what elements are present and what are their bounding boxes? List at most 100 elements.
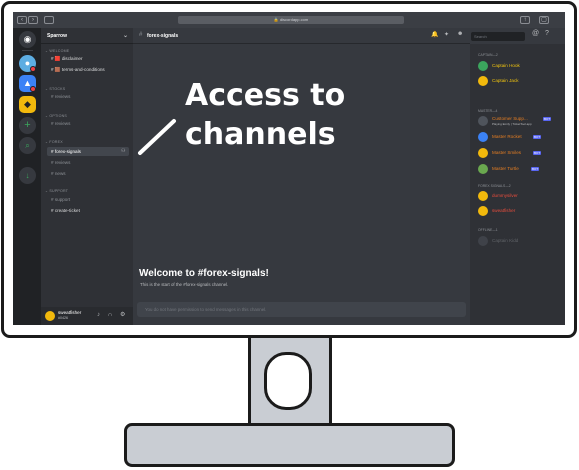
category-stocks[interactable]: ⌄ STOCKS [45, 87, 65, 91]
channel-label: reviews [54, 160, 71, 165]
server-rail: ◉ ● ▲ ◆ + ⌕ ↓ [13, 28, 41, 325]
avatar [478, 148, 488, 158]
member-name: dummysilver [492, 193, 518, 198]
channel-support[interactable]: # support [51, 197, 70, 202]
channel-disclaimer[interactable]: # 🟥 disclaimer [51, 56, 83, 62]
url-text: discordapp.com [279, 17, 309, 22]
channel-forex-reviews[interactable]: # reviews [51, 160, 70, 165]
member-captain-hook[interactable]: Captain Hook [478, 61, 563, 72]
server-icon-3[interactable]: ◆ [19, 96, 36, 113]
search-input[interactable]: Search [471, 32, 525, 41]
avatar [478, 61, 488, 71]
mention-icon[interactable]: @ [532, 30, 539, 37]
headphones-icon[interactable]: ∩ [108, 312, 112, 318]
member-master-turtle[interactable]: Master Turtle BOT [478, 164, 563, 175]
channel-forex-signals[interactable]: # forex-signals ⚇ [47, 147, 129, 156]
member-group-master: MASTER—4 [478, 109, 498, 113]
member-name: Master Rocket [492, 134, 522, 139]
microphone-icon[interactable]: ♪ [97, 312, 100, 318]
member-status: Playing Emily | TicketTool.app [492, 122, 532, 126]
member-name: Master Turtle [492, 166, 519, 171]
member-dummysilver[interactable]: dummysilver [478, 191, 563, 202]
member-master-smiles[interactable]: Master Smiles BOT [478, 148, 563, 159]
download-apps-icon[interactable]: ↓ [19, 167, 36, 184]
bot-tag: BOT [533, 135, 542, 139]
category-label: WELCOME [49, 49, 70, 53]
user-tag: #0426 [58, 316, 68, 320]
avatar [478, 132, 488, 142]
back-icon[interactable]: ‹ [17, 16, 27, 24]
member-captain-kidd[interactable]: Captain Kidd [478, 236, 563, 247]
member-customer-support[interactable]: Customer Supp... BOT Playing Emily | Tic… [478, 116, 563, 129]
bot-tag: BOT [533, 151, 542, 155]
channel-terms-and-conditions[interactable]: # 🟫 terms-and-conditions [51, 67, 105, 73]
explore-servers-icon[interactable]: ⌕ [19, 137, 36, 154]
member-sweatfisher[interactable]: sweatfisher [478, 206, 563, 217]
category-forex[interactable]: ⌄ FOREX [45, 140, 63, 144]
category-support[interactable]: ⌄ SUPPORT [45, 189, 68, 193]
notification-badge [30, 86, 36, 92]
avatar [478, 206, 488, 216]
member-group-offline: OFFLINE—1 [478, 228, 498, 232]
hashtag-icon: # [139, 32, 143, 38]
category-label: SUPPORT [49, 189, 69, 193]
channel-stocks-reviews[interactable]: # reviews [51, 94, 70, 99]
bot-tag: BOT [531, 167, 540, 171]
channel-label: news [54, 171, 66, 176]
address-bar[interactable]: 🔒 discordapp.com [178, 16, 404, 24]
monitor-stand-base [124, 423, 455, 467]
bell-icon[interactable]: 🔔 [431, 31, 438, 38]
message-composer: You do not have permission to send messa… [137, 302, 466, 317]
category-label: FOREX [49, 140, 63, 144]
channel-header: # forex-signals 🔔 ✦ ☻ [133, 28, 470, 44]
bot-tag: BOT [543, 117, 552, 121]
avatar [478, 164, 488, 174]
pin-icon[interactable]: ✦ [444, 31, 449, 38]
member-master-rocket[interactable]: Master Rocket BOT [478, 132, 563, 143]
members-icon[interactable]: ☻ [457, 31, 463, 37]
gear-icon[interactable]: ⚙ [120, 311, 125, 318]
welcome-title: Welcome to #forex-signals! [139, 268, 269, 279]
member-name: Captain Jack [492, 78, 519, 83]
lock-icon: 🔒 [273, 17, 279, 22]
channel-create-ticket[interactable]: # create-ticket [51, 208, 80, 213]
add-server-icon[interactable]: + [19, 117, 36, 134]
tabs-icon[interactable]: ▢ [539, 16, 549, 24]
screen: ‹ › 🔒 discordapp.com ↑ ▢ ◉ ● ▲ ◆ + ⌕ ↓ S… [13, 12, 565, 325]
member-group-captain: CAPTAIN—2 [478, 53, 498, 57]
member-name: Captain Hook [492, 63, 520, 68]
channel-label: disclaimer [61, 56, 83, 61]
overlay-line-2: channels [185, 117, 336, 152]
category-options[interactable]: ⌄ OPTIONS [45, 114, 67, 118]
category-label: STOCKS [49, 87, 66, 91]
member-group-forex-signals: FOREX SIGNALS—2 [478, 184, 511, 188]
channel-label: reviews [54, 94, 71, 99]
rail-divider [22, 50, 33, 51]
server-header[interactable]: Sparrow ⌄ [41, 28, 133, 44]
member-name: Master Smiles [492, 150, 522, 155]
avatar[interactable] [45, 311, 55, 321]
channel-options-reviews[interactable]: # reviews [51, 121, 70, 126]
chevron-down-icon: ⌄ [123, 33, 129, 39]
forward-icon[interactable]: › [28, 16, 38, 24]
channel-label: terms-and-conditions [61, 67, 105, 72]
browser-toolbar: ‹ › 🔒 discordapp.com ↑ ▢ [13, 12, 565, 28]
avatar [478, 191, 488, 201]
category-label: OPTIONS [49, 114, 67, 118]
notification-badge [30, 66, 36, 72]
channel-forex-news[interactable]: # news [51, 171, 66, 176]
help-icon[interactable]: ? [545, 30, 549, 37]
monitor-neck-cutout [264, 352, 312, 410]
share-icon[interactable]: ↑ [520, 16, 530, 24]
member-captain-jack[interactable]: Captain Jack [478, 76, 563, 87]
sidebar-icon[interactable] [44, 16, 54, 24]
member-name: Customer Supp... [492, 116, 528, 121]
overlay-line-1: Access to [185, 78, 346, 113]
channel-label: forex-signals [54, 149, 81, 154]
add-member-icon[interactable]: ⚇ [121, 148, 125, 154]
user-name: sweatfisher [58, 310, 82, 315]
discord-home-icon[interactable]: ◉ [19, 31, 36, 48]
server-name: Sparrow [47, 33, 68, 39]
channel-title: forex-signals [147, 33, 179, 39]
category-welcome[interactable]: ⌄ WELCOME [45, 49, 69, 53]
